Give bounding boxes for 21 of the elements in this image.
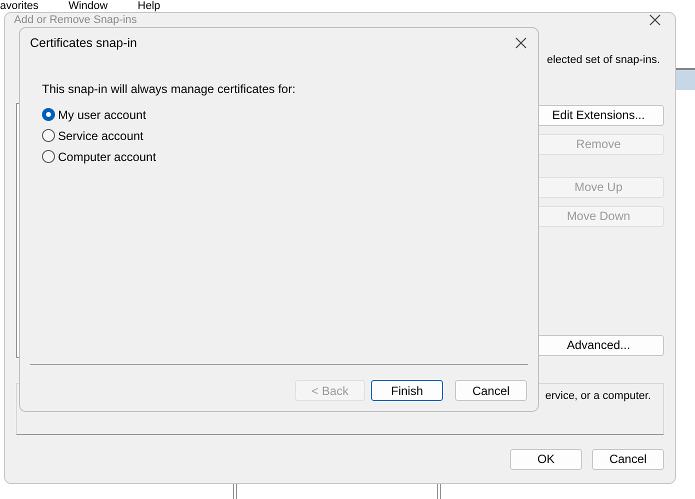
dialog-button[interactable]: OK: [510, 448, 582, 470]
radio-button[interactable]: [42, 129, 55, 142]
menu-item[interactable]: Window: [68, 0, 108, 12]
dialog-button[interactable]: Finish: [371, 380, 443, 401]
description-text: ervice, or a computer.: [545, 388, 651, 404]
radio-option[interactable]: My user account: [42, 104, 146, 125]
radio-option[interactable]: Service account: [42, 125, 144, 146]
close-icon[interactable]: [649, 14, 661, 26]
menu-item[interactable]: avorites: [0, 0, 39, 12]
prompt-text: This snap-in will always manage certificates for:: [42, 81, 296, 98]
background-window-highlight: [675, 68, 695, 90]
radio-button[interactable]: [42, 150, 55, 163]
dialog-button[interactable]: Cancel: [455, 380, 527, 401]
window-title: Add or Remove Snap-ins: [14, 14, 137, 27]
dialog-button[interactable]: Cancel: [592, 448, 664, 470]
dialog-title: Certificates snap-in: [30, 34, 137, 52]
close-icon[interactable]: [515, 37, 527, 49]
menu-item[interactable]: Help: [138, 0, 160, 12]
intro-text: elected set of snap-ins.: [546, 53, 660, 68]
radio-option[interactable]: Computer account: [42, 146, 156, 167]
radio-button[interactable]: [42, 108, 55, 121]
